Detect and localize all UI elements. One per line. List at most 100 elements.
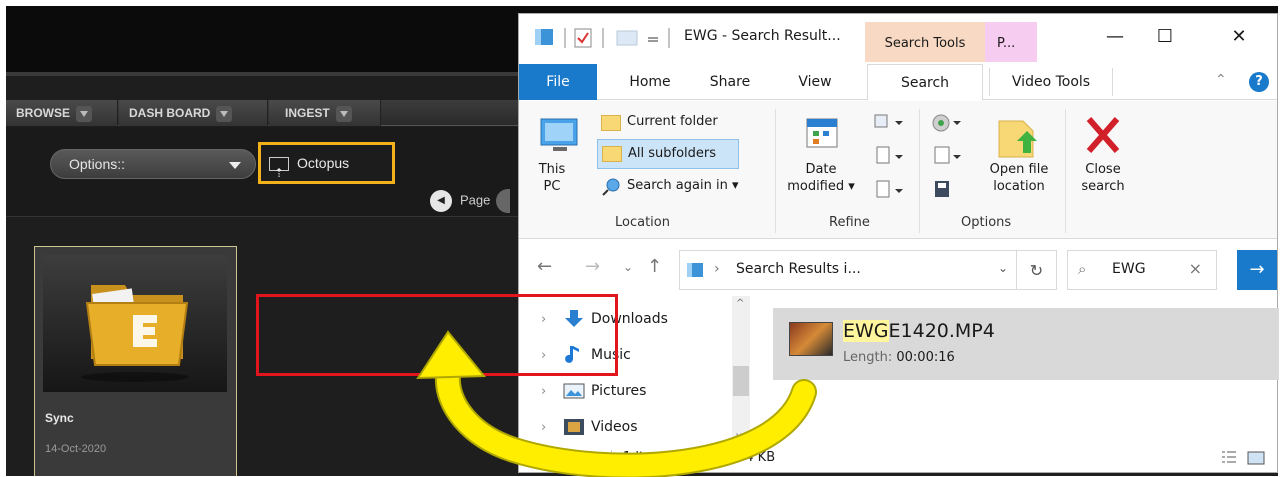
help-icon[interactable]: ? (1249, 72, 1269, 92)
address-box[interactable]: › Search Results i... ⌄ (679, 250, 1017, 290)
subfolders-icon (602, 146, 622, 162)
octopus-folder-up-button[interactable]: Octopus (258, 142, 395, 191)
chevron-down-icon (76, 105, 92, 122)
status-size: 54 KB (737, 450, 776, 465)
chevron-down-icon (216, 105, 233, 122)
close-search-button[interactable]: Close search (1071, 111, 1135, 207)
tab-ingest[interactable]: INGEST (269, 100, 381, 126)
result-file-name: EWGE1420.MP4 (843, 320, 995, 342)
folder-icon (81, 285, 189, 382)
close-search-label-line2: search (1081, 179, 1125, 194)
search-match-highlight: EWG (843, 320, 889, 342)
options-small-icons[interactable] (931, 113, 967, 213)
tab-view[interactable]: View (787, 64, 843, 100)
this-pc-button[interactable]: This PC (531, 111, 595, 201)
maximize-button[interactable]: ☐ (1145, 22, 1185, 52)
options-group-label: Options (961, 215, 1012, 230)
date-modified-button[interactable]: Date modified ▾ (781, 111, 861, 207)
tab-video-tools[interactable]: Video Tools (989, 68, 1113, 96)
status-item-count: 1 item (527, 450, 569, 465)
length-label: Length: (843, 350, 893, 365)
close-search-label-line1: Close (1085, 162, 1121, 177)
open-file-location-label-line1: Open file (989, 162, 1049, 177)
refine-filter-icons[interactable] (873, 113, 909, 213)
large-icons-view-icon[interactable] (1247, 450, 1265, 466)
folder-icon (601, 115, 621, 131)
search-box[interactable]: ⌕ EWG × (1067, 250, 1217, 290)
tab-search[interactable]: Search (867, 64, 983, 101)
result-length: Length: 00:00:16 (843, 350, 955, 365)
result-file-row[interactable]: EWGE1420.MP4 Length: 00:00:16 (773, 308, 1279, 380)
recent-locations-chevron-icon[interactable]: ⌄ (623, 260, 633, 274)
quick-access-toolbar (535, 28, 670, 48)
nav-item-pictures-label: Pictures (591, 383, 647, 399)
all-subfolders-button[interactable]: All subfolders (597, 139, 739, 169)
video-thumbnail (789, 322, 833, 356)
status-bar: 1 item 1 item selecte 54 KB (519, 444, 1277, 472)
previous-page-icon[interactable]: ◀ (430, 190, 452, 212)
file-explorer-window: EWG - Search Result... Search Tools P...… (518, 13, 1279, 473)
card-title: Sync (45, 411, 74, 425)
date-modified-label-line2: modified ▾ (787, 179, 855, 194)
search-go-arrow-icon[interactable]: → (1237, 250, 1277, 290)
tab-browse-label: BROWSE (16, 106, 70, 120)
status-separator (611, 450, 612, 466)
minimize-button[interactable]: — (1095, 22, 1135, 52)
search-again-icon (602, 178, 620, 196)
tab-browse[interactable]: BROWSE (6, 100, 118, 126)
ribbon-tabs: File Home Share View Search Video Tools … (519, 64, 1277, 101)
clear-search-icon[interactable]: × (1189, 259, 1202, 278)
ribbon-separator (1065, 109, 1066, 233)
tab-file[interactable]: File (519, 64, 597, 100)
folder-up-icon (269, 155, 289, 191)
window-title: EWG - Search Result... (684, 28, 841, 44)
status-selected: 1 item selecte (623, 450, 716, 465)
options-select[interactable]: Options:: (50, 149, 256, 179)
address-bar: ← → ⌄ ↑ › Search Results i... ⌄ ↻ ⌕ EWG … (519, 246, 1277, 292)
search-again-button[interactable]: Search again in ▾ (599, 175, 769, 199)
folder-thumbnail (43, 255, 227, 392)
length-value: 00:00:16 (896, 350, 955, 365)
tab-dashboard[interactable]: DASH BOARD (119, 100, 268, 126)
address-dropdown-chevron-icon[interactable]: ⌄ (998, 261, 1008, 275)
tab-ingest-label: INGEST (285, 106, 330, 120)
search-tools-context-tab[interactable]: Search Tools (865, 22, 985, 62)
this-pc-label-line1: This (538, 162, 566, 177)
nav-item-videos[interactable]: › Videos (541, 414, 638, 440)
collapse-ribbon-icon[interactable]: ⌃ (1215, 72, 1227, 88)
search-icon: ⌕ (1078, 260, 1087, 278)
nav-pane-scrollbar[interactable]: ^ v (732, 296, 750, 444)
folder-card[interactable]: Sync 14-Oct-2020 (34, 246, 237, 476)
computer-icon (540, 118, 578, 151)
card-date: 14-Oct-2020 (45, 443, 107, 455)
tab-share[interactable]: Share (699, 64, 761, 100)
chevron-down-icon (335, 105, 352, 122)
ribbon-separator (919, 109, 920, 233)
scroll-up-icon[interactable]: ^ (736, 298, 744, 309)
expand-chevron-icon: › (541, 420, 547, 435)
open-file-location-button[interactable]: Open file location (979, 111, 1059, 207)
back-arrow-icon[interactable]: ← (537, 256, 552, 277)
refine-group-label: Refine (829, 215, 870, 230)
scrollbar-thumb[interactable] (733, 366, 749, 396)
options-select-value: Options:: (69, 156, 126, 172)
details-view-icon[interactable] (1221, 450, 1237, 466)
this-pc-label-line2: PC (543, 179, 561, 194)
page-number-input[interactable] (496, 189, 511, 213)
scroll-down-icon[interactable]: v (736, 431, 742, 442)
all-subfolders-label: All subfolders (628, 146, 717, 161)
forward-arrow-icon[interactable]: → (585, 256, 600, 277)
close-window-button[interactable]: ✕ (1219, 22, 1259, 52)
refresh-icon[interactable]: ↻ (1017, 250, 1057, 290)
caret-down-icon (229, 162, 241, 169)
tab-dashboard-label: DASH BOARD (129, 106, 211, 120)
tab-home[interactable]: Home (619, 64, 681, 100)
open-folder-icon (998, 120, 1037, 158)
file-name-rest: E1420.MP4 (888, 320, 995, 342)
open-file-location-label-line2: location (993, 179, 1045, 194)
search-results-icon (687, 263, 703, 277)
up-arrow-icon[interactable]: ↑ (647, 256, 662, 277)
play-context-tab[interactable]: P... (985, 22, 1037, 62)
current-folder-button[interactable]: Current folder (599, 111, 749, 135)
nav-item-pictures[interactable]: › Pictures (541, 378, 646, 404)
